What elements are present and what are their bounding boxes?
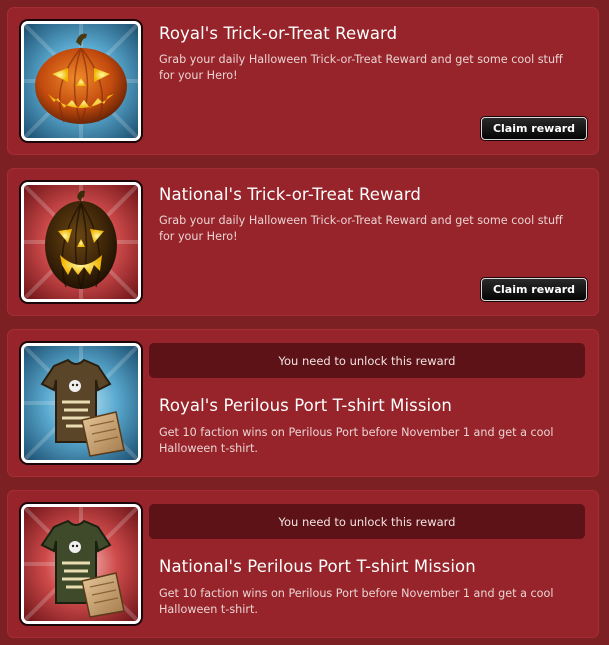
pumpkin-icon — [24, 185, 138, 299]
locked-reward-banner: You need to unlock this reward — [149, 343, 585, 378]
locked-reward-banner: You need to unlock this reward — [149, 504, 585, 539]
reward-description: Grab your daily Halloween Trick-or-Treat… — [159, 214, 563, 243]
reward-title: Royal's Perilous Port T-shirt Mission — [159, 396, 452, 415]
reward-title: Royal's Trick-or-Treat Reward — [159, 24, 398, 43]
reward-card-national-trick-or-treat: National's Trick-or-Treat Reward Grab yo… — [7, 168, 599, 316]
reward-thumbnail — [21, 182, 141, 302]
reward-thumbnail — [21, 343, 141, 463]
reward-card-royal-tshirt-mission: You need to unlock this reward Royal's P… — [7, 329, 599, 477]
reward-title: National's Perilous Port T-shirt Mission — [159, 557, 476, 576]
reward-description: Get 10 faction wins on Perilous Port bef… — [159, 587, 554, 616]
reward-card-national-tshirt-mission: You need to unlock this reward National'… — [7, 490, 599, 638]
reward-description: Grab your daily Halloween Trick-or-Treat… — [159, 53, 563, 82]
claim-reward-button[interactable]: Claim reward — [481, 278, 587, 301]
claim-reward-button[interactable]: Claim reward — [481, 117, 587, 140]
reward-description: Get 10 faction wins on Perilous Port bef… — [159, 426, 554, 455]
reward-thumbnail — [21, 504, 141, 624]
reward-card-royal-trick-or-treat: Royal's Trick-or-Treat Reward Grab your … — [7, 7, 599, 155]
tshirt-icon — [24, 507, 138, 621]
reward-thumbnail — [21, 21, 141, 141]
reward-title: National's Trick-or-Treat Reward — [159, 185, 422, 204]
tshirt-icon — [24, 346, 138, 460]
pumpkin-icon — [24, 24, 138, 138]
